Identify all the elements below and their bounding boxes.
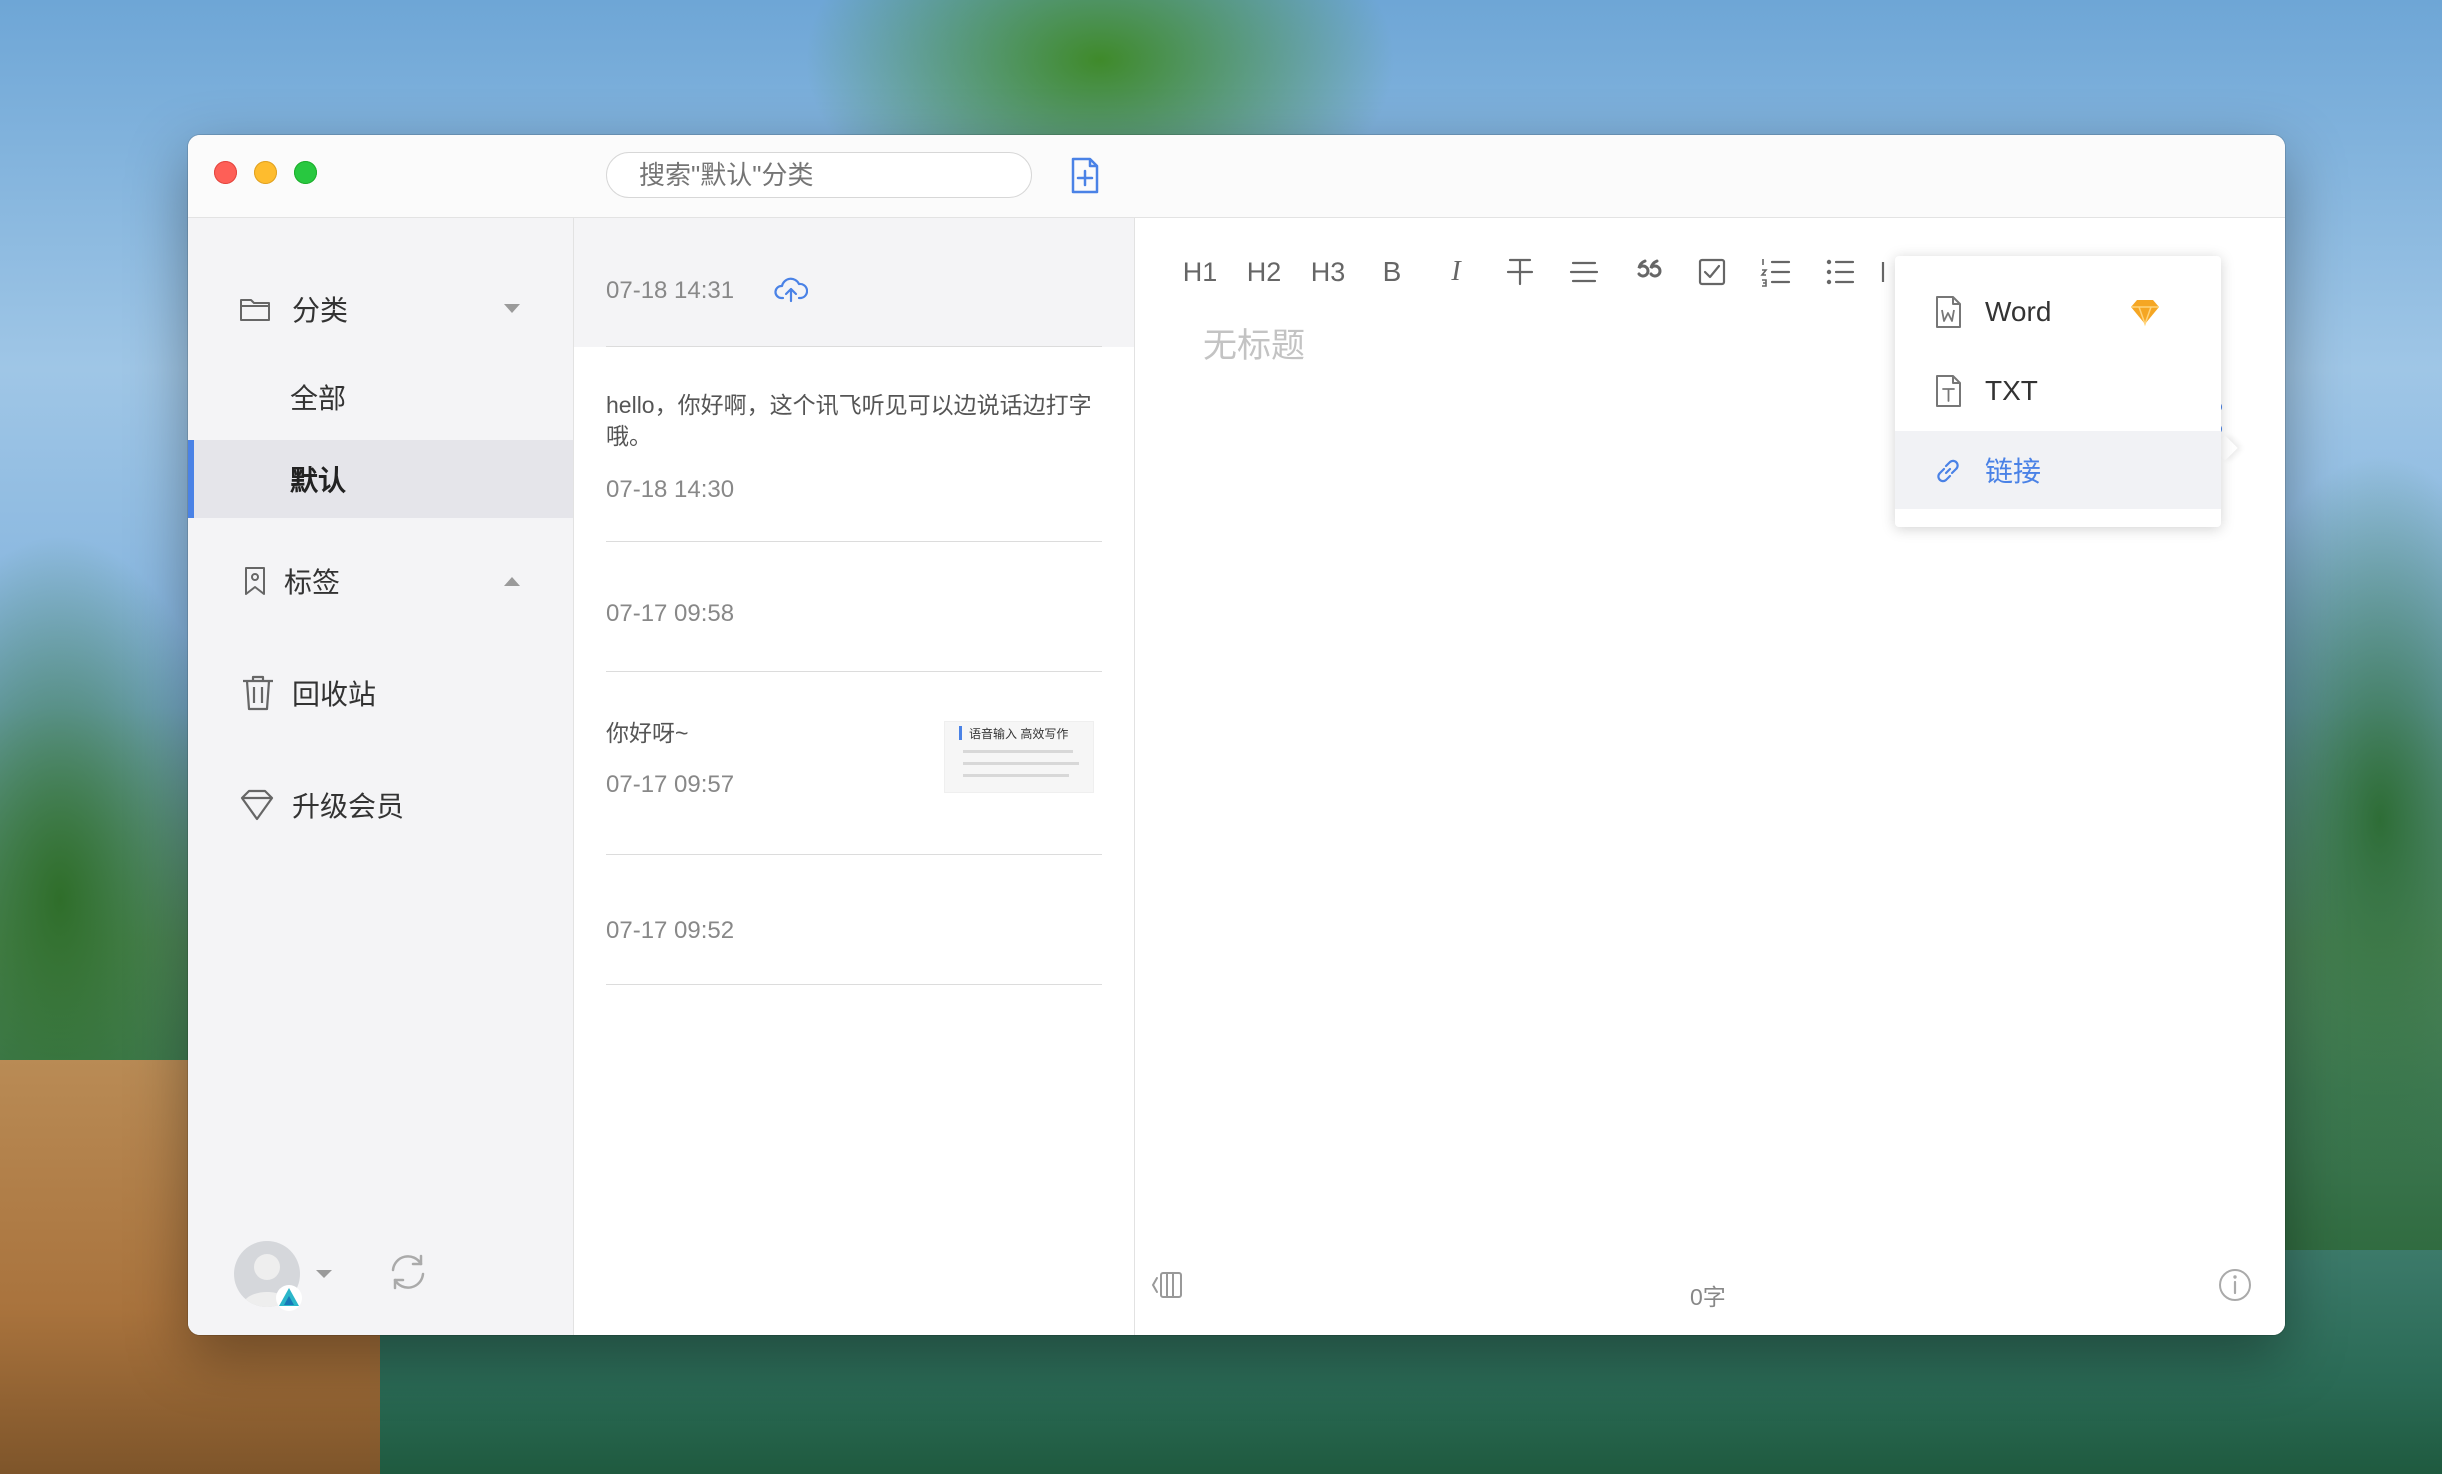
- thumbnail-line: [963, 750, 1073, 753]
- minimize-window-button[interactable]: [254, 161, 277, 184]
- zoom-window-button[interactable]: [294, 161, 317, 184]
- share-link-item[interactable]: 链接: [1895, 431, 2221, 509]
- ordered-list-icon[interactable]: [1751, 250, 1801, 294]
- txt-file-icon: [1936, 375, 1961, 407]
- sidebar-category-header[interactable]: 分类: [188, 270, 573, 348]
- note-separator: [606, 854, 1102, 855]
- checkbox-icon[interactable]: [1687, 250, 1737, 294]
- chevron-down-icon[interactable]: [502, 302, 522, 316]
- share-menu: Word TXT 链接: [1895, 256, 2221, 527]
- heading3-label: H3: [1310, 256, 1346, 287]
- note-card[interactable]: 你好呀~ 07-17 09:57 语音输入 高效写作: [574, 673, 1134, 855]
- note-card[interactable]: 07-17 09:58: [574, 543, 1134, 672]
- info-icon[interactable]: [2215, 1265, 2255, 1305]
- italic-button[interactable]: I: [1431, 250, 1481, 294]
- share-txt-item[interactable]: TXT: [1895, 352, 2221, 430]
- note-time: 07-18 14:31: [606, 277, 735, 304]
- note-separator: [606, 346, 1102, 347]
- share-word-item[interactable]: Word: [1895, 273, 2221, 351]
- trash-icon: [243, 675, 273, 711]
- note-separator: [606, 984, 1102, 985]
- share-item-label: TXT: [1985, 375, 2038, 406]
- note-time: 07-17 09:52: [606, 917, 735, 944]
- thumbnail-line: [963, 774, 1069, 777]
- cloud-upload-icon[interactable]: [774, 274, 808, 304]
- heading1-label: H1: [1182, 256, 1218, 287]
- sidebar: 分类 全部 默认 标签 回收站 升级会员: [188, 218, 574, 1335]
- link-icon: [1937, 459, 1959, 483]
- note-title-input[interactable]: 无标题: [1203, 318, 1305, 367]
- sidebar-item-all[interactable]: 全部: [188, 358, 573, 436]
- chevron-up-icon[interactable]: [502, 574, 522, 588]
- word-count: 0字: [1690, 1284, 1726, 1310]
- bold-button[interactable]: B: [1367, 250, 1417, 294]
- bullet-list-icon[interactable]: [1815, 250, 1865, 294]
- thumbnail-title: 语音输入 高效写作: [969, 727, 1069, 741]
- note-separator: [606, 541, 1102, 542]
- search-input[interactable]: [606, 152, 1032, 198]
- share-item-label: Word: [1985, 296, 2052, 327]
- premium-diamond-icon: [2131, 300, 2159, 327]
- vip-badge-icon: [276, 1285, 302, 1311]
- heading2-label: H2: [1246, 256, 1282, 287]
- note-time: 07-18 14:30: [606, 476, 735, 503]
- note-snippet: hello，你好啊，这个讯飞听见可以边说话边打字哦。: [606, 392, 1092, 449]
- sidebar-tags-header[interactable]: 标签: [188, 542, 573, 620]
- avatar-dropdown-icon[interactable]: [314, 1268, 334, 1280]
- heading1-button[interactable]: H1: [1175, 250, 1225, 294]
- note-time: 07-17 09:57: [606, 771, 735, 798]
- note-card[interactable]: 07-17 09:52: [574, 856, 1134, 985]
- sidebar-category-label: 分类: [292, 295, 349, 326]
- sidebar-item-default[interactable]: 默认: [188, 440, 573, 518]
- sidebar-item-label: 全部: [290, 383, 347, 414]
- note-time: 07-17 09:58: [606, 600, 735, 627]
- thumbnail-accent: [959, 726, 962, 740]
- sidebar-item-label: 默认: [290, 465, 347, 496]
- bookmark-icon: [245, 567, 265, 595]
- sidebar-item-upgrade[interactable]: 升级会员: [188, 766, 573, 844]
- sync-icon[interactable]: [384, 1248, 432, 1296]
- title-bar: [188, 135, 2285, 218]
- thumbnail-line: [963, 762, 1079, 765]
- note-card[interactable]: 07-18 14:31: [574, 218, 1134, 347]
- folder-icon: [240, 299, 270, 321]
- close-window-button[interactable]: [214, 161, 237, 184]
- new-note-icon[interactable]: [1064, 155, 1104, 197]
- sidebar-item-label: 回收站: [292, 679, 377, 710]
- note-thumbnail: 语音输入 高效写作: [944, 721, 1094, 793]
- sidebar-item-trash[interactable]: 回收站: [188, 654, 573, 732]
- strikethrough-icon[interactable]: [1495, 250, 1545, 294]
- note-card[interactable]: hello，你好啊，这个讯飞听见可以边说话边打字哦。 07-18 14:30: [574, 348, 1134, 542]
- sidebar-item-label: 升级会员: [292, 791, 405, 822]
- note-separator: [606, 671, 1102, 672]
- diamond-icon: [240, 789, 274, 821]
- share-item-label: 链接: [1985, 456, 2042, 487]
- bold-label: B: [1382, 256, 1402, 287]
- app-window: 分类 全部 默认 标签 回收站: [188, 135, 2285, 1335]
- note-list: 07-18 14:31 hello，你好啊，这个讯飞听见可以边说话边打字哦。 0…: [574, 218, 1135, 1335]
- heading2-button[interactable]: H2: [1239, 250, 1289, 294]
- heading3-button[interactable]: H3: [1303, 250, 1353, 294]
- divider-icon[interactable]: [1559, 250, 1609, 294]
- italic-label: I: [1451, 256, 1461, 287]
- quote-icon[interactable]: [1623, 250, 1673, 294]
- sidebar-tags-label: 标签: [284, 567, 341, 598]
- word-file-icon: [1936, 296, 1961, 328]
- collapse-panel-icon[interactable]: [1149, 1268, 1189, 1302]
